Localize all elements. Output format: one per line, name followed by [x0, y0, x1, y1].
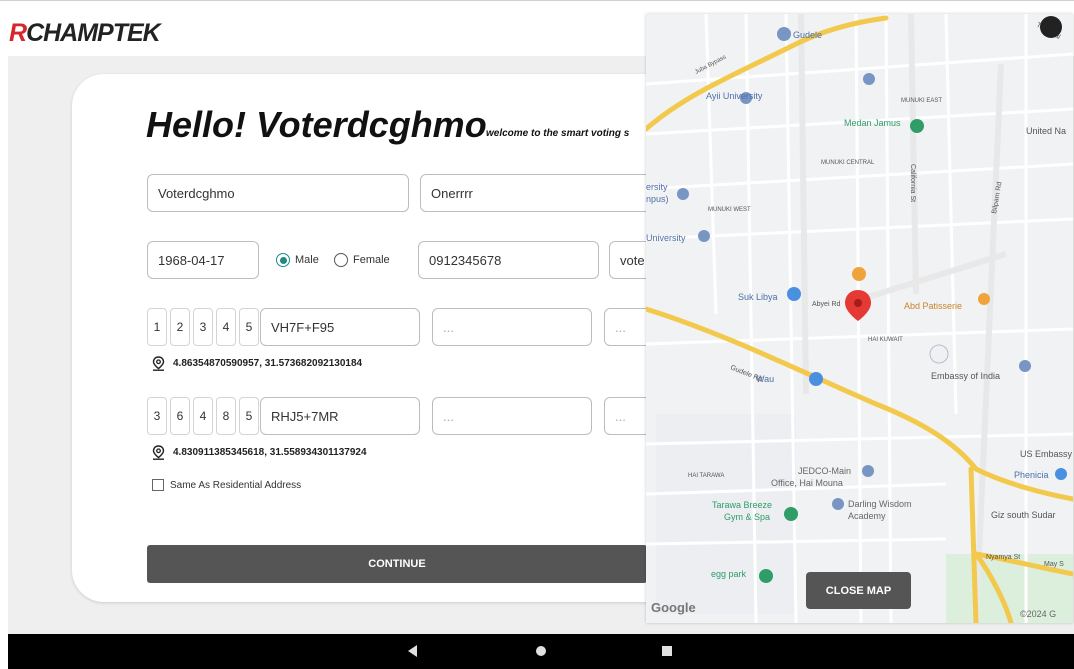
svg-text:Embassy of India: Embassy of India [931, 371, 1000, 381]
digit-box[interactable]: 8 [216, 397, 236, 435]
svg-text:Academy: Academy [848, 511, 886, 521]
svg-text:University: University [646, 233, 686, 243]
radio-selected-icon [276, 253, 290, 267]
continue-button[interactable]: CONTINUE [147, 545, 647, 583]
svg-text:MUNUKI EAST: MUNUKI EAST [901, 98, 942, 104]
first-name-input[interactable]: Voterdcghmo [147, 174, 409, 212]
digit-box[interactable]: 4 [193, 397, 213, 435]
digit-box[interactable]: 1 [147, 308, 167, 346]
same-as-residential-checkbox[interactable]: Same As Residential Address [152, 479, 301, 491]
svg-text:Medan Jamus: Medan Jamus [844, 118, 901, 128]
polling-coordinates: 4.830911385345618, 31.558934301137924 [152, 445, 367, 460]
svg-text:US Embassy: US Embassy [1020, 449, 1073, 459]
digit-box[interactable]: 5 [239, 397, 259, 435]
camera-dot-icon [1040, 16, 1062, 38]
svg-text:Abd Patisserie: Abd Patisserie [904, 301, 962, 311]
svg-text:Tarawa Breeze: Tarawa Breeze [712, 500, 772, 510]
svg-text:npus): npus) [646, 194, 669, 204]
svg-text:Gym & Spa: Gym & Spa [724, 512, 770, 522]
svg-text:Abyei Rd: Abyei Rd [812, 301, 841, 308]
digit-box[interactable]: 5 [239, 308, 259, 346]
svg-text:Phenicia: Phenicia [1014, 470, 1049, 480]
svg-text:ersity: ersity [646, 182, 668, 192]
back-icon[interactable] [408, 645, 417, 657]
svg-text:Nyamya St: Nyamya St [986, 554, 1020, 561]
location-pin-icon [152, 445, 165, 460]
digit-box[interactable]: 4 [216, 308, 236, 346]
digit-box[interactable]: 3 [147, 397, 167, 435]
same-as-residential-label: Same As Residential Address [170, 479, 302, 491]
svg-text:California St: California St [909, 164, 916, 202]
digit-box[interactable]: 3 [193, 308, 213, 346]
polling-plus-code-input[interactable]: RHJ5+7MR [260, 397, 420, 435]
map-copyright: ©2024 G [1020, 609, 1057, 619]
digit-box[interactable]: 2 [170, 308, 190, 346]
svg-text:Darling Wisdom: Darling Wisdom [848, 499, 912, 509]
date-of-birth-input[interactable]: 1968-04-17 [147, 241, 259, 279]
svg-text:Office, Hai Mouna: Office, Hai Mouna [771, 478, 843, 488]
last-name-input[interactable]: Onerrrr [420, 174, 660, 212]
brand-logo: RCHAMPTEK [9, 19, 161, 47]
map-view[interactable]: Gudele Ayii University MUNUKI EAST Medan… [646, 14, 1073, 623]
svg-text:MUNUKI CENTRAL: MUNUKI CENTRAL [821, 160, 875, 166]
svg-text:MUNUKI WEST: MUNUKI WEST [708, 207, 751, 213]
gender-female-label: Female [353, 254, 390, 266]
gender-female-option[interactable]: Female [334, 253, 390, 267]
residential-digits: 1 2 3 4 5 [147, 308, 259, 346]
polling-digits: 3 6 4 8 5 [147, 397, 259, 435]
home-icon[interactable] [536, 646, 546, 656]
map-canvas: Gudele Ayii University MUNUKI EAST Medan… [646, 14, 1073, 623]
residential-plus-code-input[interactable]: VH7F+F95 [260, 308, 420, 346]
svg-text:HAI KUWAIT: HAI KUWAIT [868, 337, 903, 343]
checkbox-icon [152, 479, 164, 491]
greeting-title: Hello! Voterdcghmo [146, 104, 487, 145]
polling-extra-input[interactable]: ... [432, 397, 592, 435]
svg-text:HAI TARAWA: HAI TARAWA [688, 473, 724, 479]
svg-text:egg park: egg park [711, 569, 747, 579]
google-logo: Google [651, 600, 696, 615]
residential-extra-input[interactable]: ... [432, 308, 592, 346]
greeting-subtitle: welcome to the smart voting s [486, 128, 630, 139]
location-pin-icon [152, 356, 165, 371]
close-map-button[interactable]: CLOSE MAP [806, 572, 911, 609]
svg-text:Gudele: Gudele [793, 30, 822, 40]
svg-text:Giz south Sudar: Giz south Sudar [991, 510, 1056, 520]
svg-text:Suk Libya: Suk Libya [738, 292, 778, 302]
gender-male-option[interactable]: Male [276, 253, 319, 267]
recents-icon[interactable] [662, 646, 672, 656]
gender-male-label: Male [295, 254, 319, 266]
residential-coordinates: 4.86354870590957, 31.573682092130184 [152, 356, 362, 371]
radio-unselected-icon [334, 253, 348, 267]
svg-text:Ayii University: Ayii University [706, 91, 763, 101]
top-border [0, 0, 1074, 1]
svg-text:May S: May S [1044, 561, 1064, 568]
digit-box[interactable]: 6 [170, 397, 190, 435]
phone-input[interactable]: 0912345678 [418, 241, 599, 279]
svg-text:JEDCO-Main: JEDCO-Main [798, 466, 851, 476]
svg-text:United Na: United Na [1026, 126, 1066, 136]
